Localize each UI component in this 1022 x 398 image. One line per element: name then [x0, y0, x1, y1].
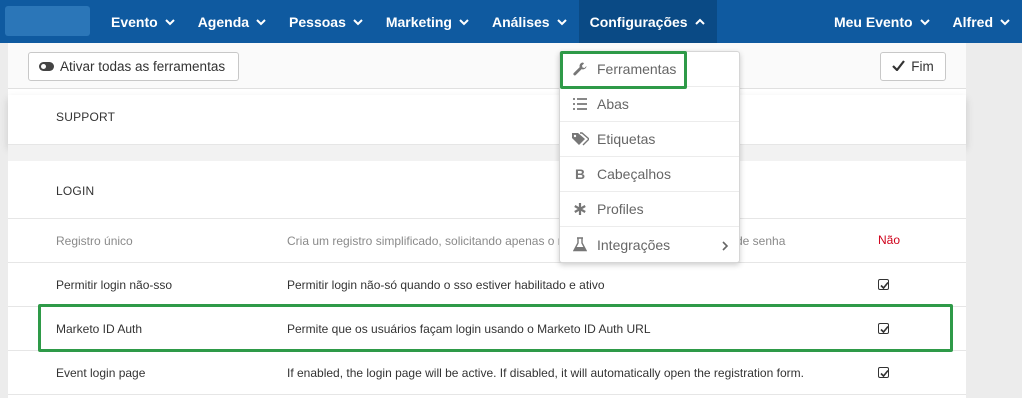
setting-row-event-login-page: Event login page If enabled, the login p…: [8, 351, 966, 395]
chevron-right-icon: [721, 238, 729, 254]
tools-toolbar: Ativar todas as ferramentas Fim: [8, 43, 966, 89]
nav-evento[interactable]: Evento: [100, 0, 187, 43]
setting-name: Registro único: [56, 234, 133, 248]
section-divider: [8, 145, 966, 161]
user-menu: Meu Evento Alfred: [823, 0, 1022, 43]
setting-name: Permitir login não-sso: [56, 278, 173, 292]
flask-icon: [571, 236, 589, 254]
setting-value-no[interactable]: Não: [878, 233, 900, 247]
setting-row-permitir-login: Permitir login não-sso Permitir login nã…: [8, 263, 966, 307]
checkbox-checked[interactable]: [878, 279, 889, 290]
toggle-icon: [39, 62, 54, 71]
menu-item-cabecalhos[interactable]: B Cabeçalhos: [560, 157, 739, 192]
menu-item-abas[interactable]: Abas: [560, 87, 739, 122]
menu-item-etiquetas[interactable]: Etiquetas: [560, 122, 739, 157]
setting-description: Permitir login não-só quando o sso estiv…: [287, 278, 605, 292]
highlight-box-marketo-row: [38, 304, 953, 352]
section-title-login: LOGIN: [56, 184, 95, 198]
activate-all-tools-button[interactable]: Ativar todas as ferramentas: [28, 52, 239, 81]
setting-description: If enabled, the login page will be activ…: [287, 366, 804, 380]
bold-b-icon: B: [574, 166, 586, 182]
setting-description-tail: de senha: [736, 234, 786, 248]
asterisk-icon: [571, 200, 589, 218]
tags-icon: [571, 130, 589, 148]
menu-item-integracoes[interactable]: Integrações: [560, 227, 739, 262]
nav-user-alfred[interactable]: Alfred: [942, 0, 1022, 43]
setting-name: Event login page: [56, 366, 146, 380]
setting-description: Cria um registro simplificado, solicitan…: [287, 234, 565, 248]
main-menu: Evento Agenda Pessoas Marketing Análises…: [100, 0, 717, 43]
menu-item-profiles[interactable]: Profiles: [560, 192, 739, 227]
chevron-down-icon: [255, 16, 267, 28]
chevron-down-icon: [164, 16, 176, 28]
chevron-down-icon: [352, 16, 364, 28]
chevron-down-icon: [999, 16, 1011, 28]
list-icon: [571, 95, 589, 113]
nav-marketing[interactable]: Marketing: [375, 0, 481, 43]
fim-button[interactable]: Fim: [880, 52, 946, 81]
nav-agenda[interactable]: Agenda: [187, 0, 278, 43]
login-section: LOGIN: [8, 161, 966, 219]
section-title-support: SUPPORT: [56, 110, 116, 124]
highlight-box-ferramentas: [560, 51, 687, 89]
nav-pessoas[interactable]: Pessoas: [278, 0, 375, 43]
checkbox-checked[interactable]: [878, 367, 889, 378]
chevron-down-icon: [556, 16, 568, 28]
setting-row-registro-unico: Registro único Cria um registro simplifi…: [8, 219, 966, 263]
chevron-up-icon: [694, 16, 706, 28]
support-section: SUPPORT: [8, 95, 966, 145]
nav-configuracoes[interactable]: Configurações: [578, 0, 717, 43]
chevron-down-icon: [458, 16, 470, 28]
nav-analises[interactable]: Análises: [481, 0, 579, 43]
nav-meu-evento[interactable]: Meu Evento: [823, 0, 942, 43]
top-navbar: Evento Agenda Pessoas Marketing Análises…: [0, 0, 1022, 43]
chevron-down-icon: [919, 16, 931, 28]
logo[interactable]: [5, 6, 90, 36]
check-icon: [892, 59, 906, 74]
